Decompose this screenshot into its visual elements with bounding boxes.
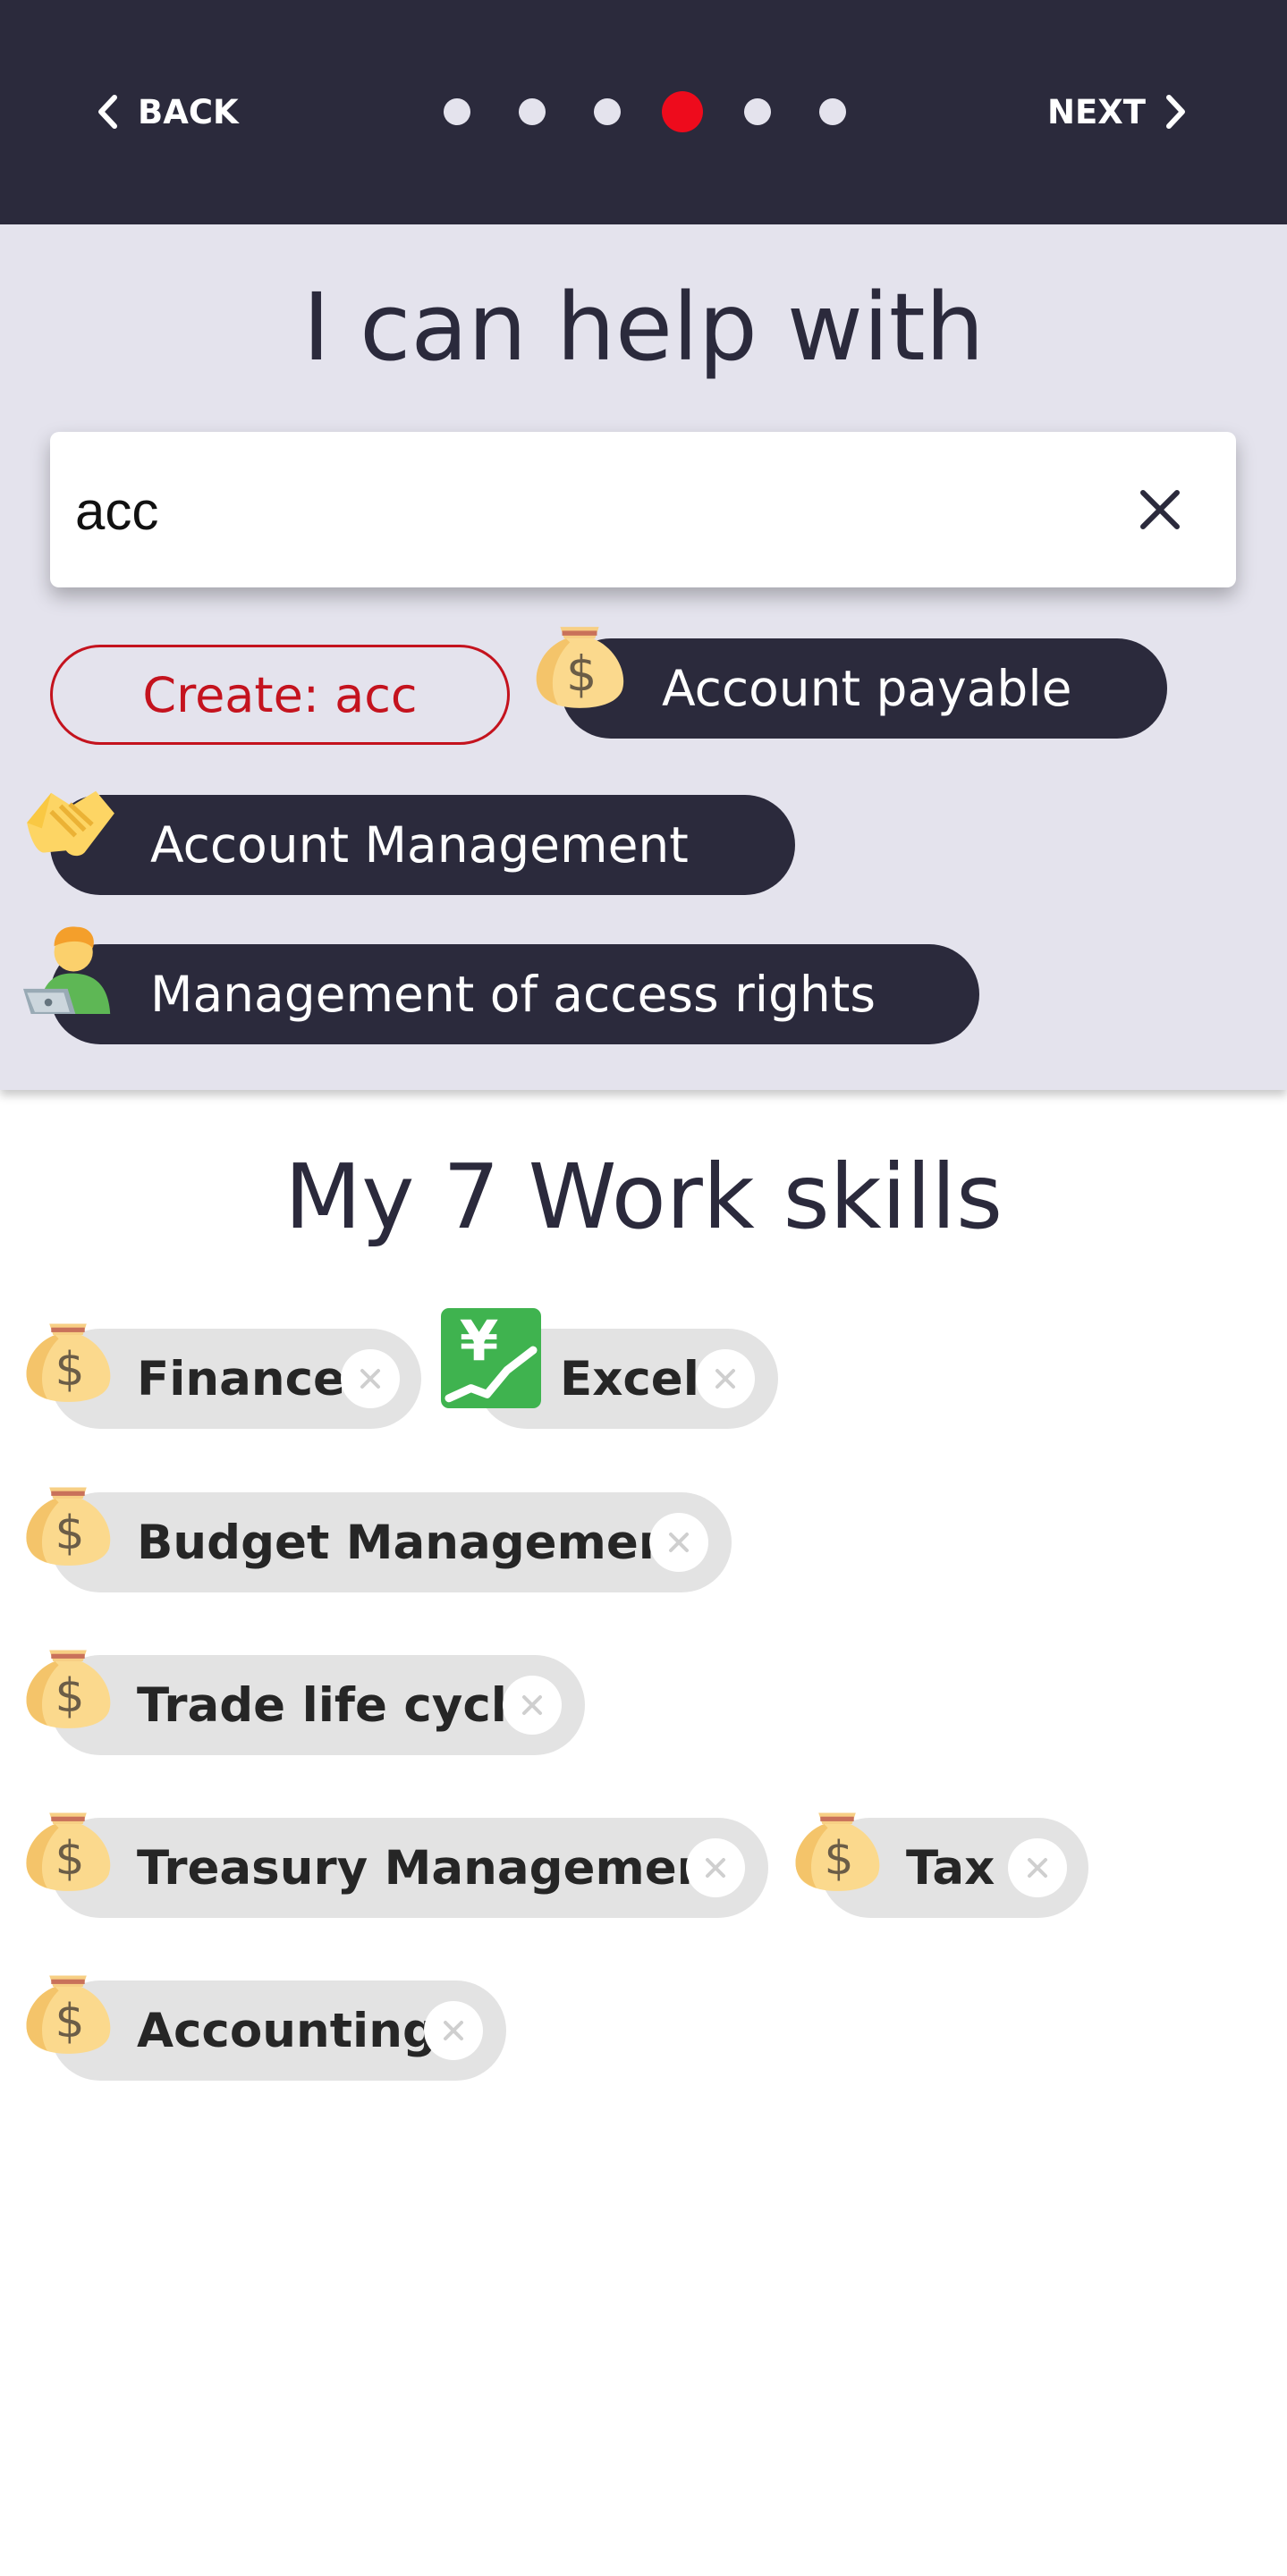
skill-chip-accounting: Accounting: [50, 1981, 506, 2081]
step-indicator: [444, 91, 894, 132]
skill-label: Excel: [560, 1352, 699, 1406]
money-bag-icon: [21, 1305, 114, 1409]
step-dot-4-active[interactable]: [662, 91, 703, 132]
close-icon: [352, 1361, 388, 1397]
close-icon: [436, 2013, 471, 2048]
step-dot-3[interactable]: [594, 98, 621, 125]
help-title: I can help with: [302, 273, 985, 382]
step-dot-1[interactable]: [444, 98, 470, 125]
money-bag-icon: [21, 1957, 114, 2061]
close-icon: [698, 1850, 733, 1886]
skill-label: Trade life cycle: [137, 1678, 539, 1733]
back-label: BACK: [138, 92, 239, 131]
close-icon: [707, 1361, 743, 1397]
money-bag-icon: [21, 1469, 114, 1573]
back-button[interactable]: BACK: [97, 85, 239, 139]
create-skill-button[interactable]: Create: acc: [50, 645, 510, 745]
step-dot-2[interactable]: [519, 98, 546, 125]
search-box: [50, 432, 1236, 587]
remove-skill-button[interactable]: [686, 1838, 745, 1897]
skill-label: Budget Management: [137, 1516, 695, 1570]
chart-yen-icon: [441, 1308, 541, 1408]
handshake-icon: [20, 774, 120, 867]
suggestion-chip-account-payable[interactable]: Account payable: [561, 638, 1167, 739]
skill-label: Finance: [137, 1352, 345, 1406]
search-input[interactable]: [75, 468, 1104, 553]
remove-skill-button[interactable]: [503, 1676, 562, 1735]
clear-search-button[interactable]: [1129, 478, 1191, 541]
remove-skill-button[interactable]: [649, 1513, 708, 1572]
remove-skill-button[interactable]: [424, 2001, 483, 2060]
close-icon: [514, 1687, 550, 1723]
step-dot-5[interactable]: [744, 98, 771, 125]
create-label: Create: acc: [142, 666, 418, 723]
next-button[interactable]: NEXT: [1047, 85, 1187, 139]
money-bag-icon: [21, 1632, 114, 1736]
close-icon: [661, 1524, 697, 1560]
skill-label: Tax: [906, 1841, 995, 1896]
chevron-left-icon: [98, 95, 117, 129]
remove-skill-button[interactable]: [341, 1349, 400, 1408]
technologist-icon: [23, 914, 120, 1018]
remove-skill-button[interactable]: [696, 1349, 755, 1408]
close-icon: [1020, 1850, 1055, 1886]
chevron-right-icon: [1166, 95, 1185, 129]
suggestion-chip-account-management[interactable]: Account Management: [50, 795, 795, 895]
skill-chip-treasury-management: Treasury Management: [50, 1818, 768, 1918]
skill-label: Accounting: [137, 2004, 436, 2058]
money-bag-icon: [791, 1795, 884, 1898]
suggestion-label: Account Management: [150, 816, 689, 874]
close-icon: [1140, 490, 1180, 529]
skill-chip-trade-life-cycle: Trade life cycle: [50, 1655, 585, 1755]
remove-skill-button[interactable]: [1008, 1838, 1067, 1897]
skills-title: My 7 Work skills: [284, 1144, 1003, 1249]
money-bag-icon: [21, 1795, 114, 1898]
skill-chip-budget-management: Budget Management: [50, 1492, 732, 1592]
suggestion-chip-management-of-access-rights[interactable]: Management of access rights: [50, 944, 979, 1044]
next-label: NEXT: [1046, 92, 1146, 131]
suggestion-label: Management of access rights: [150, 966, 876, 1023]
suggestion-label: Account payable: [662, 660, 1072, 717]
step-dot-6[interactable]: [819, 98, 846, 125]
money-bag-icon: [531, 609, 628, 714]
skill-label: Treasury Management: [137, 1841, 733, 1896]
top-nav-bar: BACK NEXT: [0, 0, 1287, 224]
